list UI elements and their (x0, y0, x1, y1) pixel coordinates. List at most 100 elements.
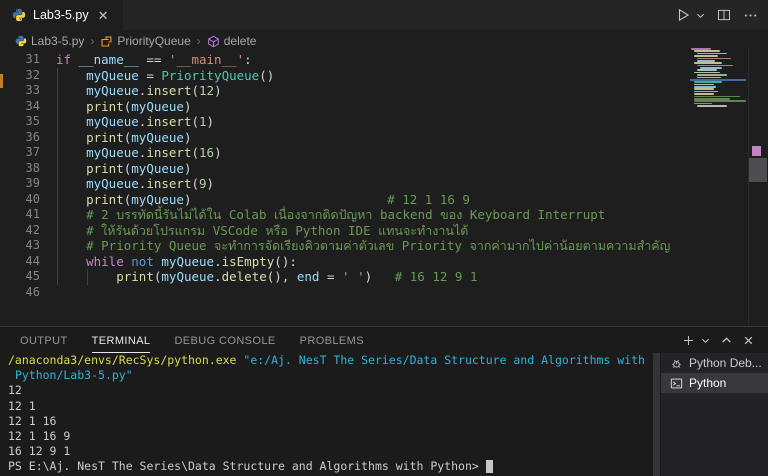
code-line[interactable]: 40 print(myQueue) # 12 1 16 9 (0, 192, 688, 208)
code-line[interactable]: 46 (0, 285, 688, 301)
line-number[interactable]: 31 (0, 52, 40, 68)
code-text: while not myQueue.isEmpty(): (40, 254, 297, 270)
code-lines: 31if __name__ == '__main__':32 myQueue =… (0, 52, 688, 300)
code-text (40, 285, 56, 301)
scrollbar-thumb[interactable] (749, 158, 767, 182)
more-actions-icon[interactable] (743, 8, 758, 23)
code-editor[interactable]: 31if __name__ == '__main__':32 myQueue =… (0, 52, 688, 326)
python-icon (15, 35, 27, 47)
terminal-line: /anaconda3/envs/RecSys/python.exe "e:/Aj… (8, 353, 652, 368)
gutter-decoration (0, 74, 3, 88)
launch-profile-chevron-icon[interactable] (701, 336, 710, 345)
terminal-line: Python/Lab3-5.py" (8, 368, 652, 383)
code-text: if __name__ == '__main__': (40, 52, 252, 68)
tab-terminal[interactable]: TERMINAL (92, 335, 151, 353)
code-line[interactable]: 36 print(myQueue) (0, 130, 688, 146)
close-tab-icon[interactable]: ✕ (96, 7, 111, 24)
code-line[interactable]: 38 print(myQueue) (0, 161, 688, 177)
close-panel-icon[interactable] (743, 335, 754, 346)
breadcrumb-class[interactable]: PriorityQueue (100, 34, 190, 48)
terminal-icon (670, 377, 683, 390)
terminal-line: 12 1 (8, 399, 652, 414)
line-number[interactable]: 36 (0, 130, 40, 146)
code-line[interactable]: 32 myQueue = PriorityQueue() (0, 68, 688, 84)
editor-tab-bar: Lab3-5.py ✕ (0, 0, 768, 30)
new-terminal-icon[interactable] (682, 334, 695, 347)
line-number[interactable]: 44 (0, 254, 40, 270)
code-text: # ให้รันด้วยโปรแกรม VSCode หรือ Python I… (40, 223, 468, 239)
code-line[interactable]: 33 myQueue.insert(12) (0, 83, 688, 99)
minimap-line (694, 96, 740, 98)
run-python-file-button[interactable] (675, 7, 691, 23)
breadcrumb: Lab3-5.py › PriorityQueue › delete (0, 30, 768, 52)
code-line[interactable]: 37 myQueue.insert(16) (0, 145, 688, 161)
editor-scrollbar[interactable] (748, 48, 768, 326)
terminal-list-item-python[interactable]: Python (661, 373, 768, 393)
line-number[interactable]: 34 (0, 99, 40, 115)
terminal-list-item-python-debug[interactable]: Python Deb... (661, 353, 768, 373)
terminal-scrollbar[interactable] (653, 353, 660, 476)
minimap-line (697, 74, 727, 76)
breadcrumb-method[interactable]: delete (207, 34, 257, 48)
line-number[interactable]: 32 (0, 68, 40, 84)
terminal-list-item-label: Python Deb... (689, 356, 762, 370)
breadcrumb-file-label: Lab3-5.py (31, 34, 84, 48)
code-text: myQueue.insert(12) (40, 83, 222, 99)
code-line[interactable]: 42 # ให้รันด้วยโปรแกรม VSCode หรือ Pytho… (0, 223, 688, 239)
code-line[interactable]: 35 myQueue.insert(1) (0, 114, 688, 130)
split-editor-icon[interactable] (717, 8, 731, 22)
indent-guide (57, 68, 58, 285)
code-line[interactable]: 45 print(myQueue.delete(), end = ' ') # … (0, 269, 688, 285)
scrollbar-decoration (752, 146, 761, 156)
tab-problems[interactable]: PROBLEMS (300, 335, 364, 353)
terminal-cursor (486, 460, 493, 473)
minimap-line (694, 88, 714, 90)
line-number[interactable]: 41 (0, 207, 40, 223)
line-number[interactable]: 43 (0, 238, 40, 254)
terminal-line: 16 12 9 1 (8, 444, 652, 459)
minimap-line (694, 50, 720, 52)
terminal-line: 12 (8, 383, 652, 398)
code-line[interactable]: 44 while not myQueue.isEmpty(): (0, 254, 688, 270)
code-line[interactable]: 31if __name__ == '__main__': (0, 52, 688, 68)
run-dropdown-chevron-icon[interactable] (696, 11, 705, 20)
tab-output[interactable]: OUTPUT (20, 335, 68, 353)
tab-debug-console[interactable]: DEBUG CONSOLE (174, 335, 275, 353)
code-line[interactable]: 34 print(myQueue) (0, 99, 688, 115)
terminal-line: 12 1 16 (8, 414, 652, 429)
line-number[interactable]: 37 (0, 145, 40, 161)
code-line[interactable]: 39 myQueue.insert(9) (0, 176, 688, 192)
symbol-method-icon (207, 35, 220, 48)
terminal-line: 12 1 16 9 (8, 429, 652, 444)
minimap[interactable] (690, 48, 746, 326)
code-text: myQueue.insert(16) (40, 145, 222, 161)
terminal-tabs-list: Python Deb... Python (661, 353, 768, 476)
line-number[interactable]: 42 (0, 223, 40, 239)
line-number[interactable]: 38 (0, 161, 40, 177)
indent-guide (87, 269, 88, 285)
tab-lab3-5[interactable]: Lab3-5.py ✕ (0, 0, 123, 30)
code-text: # 2 บรรทัดนี้รันไม่ได้ใน Colab เนื่องจาก… (40, 207, 605, 223)
panel-tab-bar: OUTPUT TERMINAL DEBUG CONSOLE PROBLEMS (0, 327, 768, 353)
breadcrumb-file[interactable]: Lab3-5.py (15, 34, 84, 48)
terminal-output[interactable]: /anaconda3/envs/RecSys/python.exe "e:/Aj… (0, 353, 652, 476)
minimap-line (694, 62, 722, 64)
line-number[interactable]: 40 (0, 192, 40, 208)
tab-label: Lab3-5.py (33, 8, 89, 22)
line-number[interactable]: 46 (0, 285, 40, 301)
line-number[interactable]: 33 (0, 83, 40, 99)
minimap-line (694, 100, 746, 102)
code-line[interactable]: 41 # 2 บรรทัดนี้รันไม่ได้ใน Colab เนื่อง… (0, 207, 688, 223)
breadcrumb-separator: › (196, 34, 202, 48)
minimap-line (694, 55, 718, 57)
minimap-highlight-line (690, 79, 746, 81)
code-line[interactable]: 43 # Priority Queue จะทำการจัดเรียงคิวตา… (0, 238, 688, 254)
minimap-line (694, 81, 722, 83)
breadcrumb-separator: › (89, 34, 95, 48)
line-number[interactable]: 39 (0, 176, 40, 192)
line-number[interactable]: 35 (0, 114, 40, 130)
maximize-panel-icon[interactable] (721, 335, 732, 346)
code-text: print(myQueue) # 12 1 16 9 (40, 192, 470, 208)
debug-icon (670, 357, 683, 370)
line-number[interactable]: 45 (0, 269, 40, 285)
